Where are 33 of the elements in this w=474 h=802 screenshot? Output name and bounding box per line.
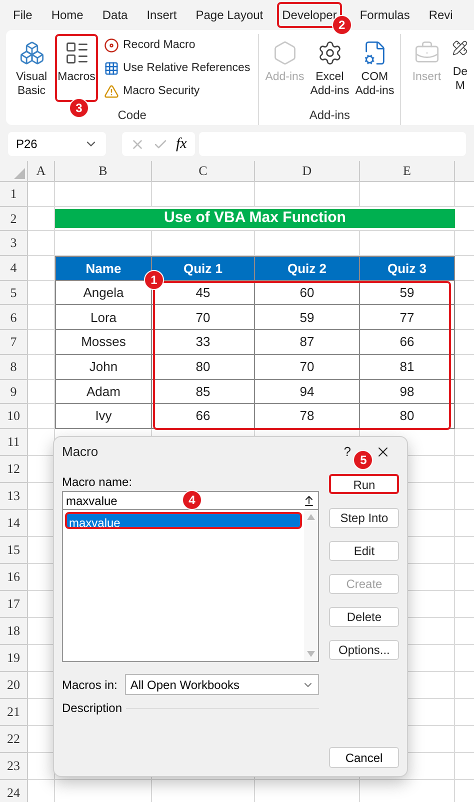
table-cell: 78 (255, 404, 360, 429)
table-cell: Adam (55, 380, 152, 404)
table-cell: 80 (360, 404, 455, 429)
table-cell: 70 (255, 354, 360, 380)
step-badge: 5 (353, 450, 374, 470)
table-cell: Lora (55, 305, 152, 330)
table-cell: 80 (152, 354, 255, 380)
table-cell: 33 (152, 330, 255, 355)
table-cell: Ivy (55, 404, 152, 429)
table-cell: 66 (360, 330, 455, 355)
table-cell: 85 (152, 380, 255, 404)
sheet-title: Use of VBA Max Function (55, 208, 455, 228)
table-cell: 59 (255, 305, 360, 330)
table-cell: 81 (360, 354, 455, 380)
table-cell: 94 (255, 380, 360, 404)
table-cell: 77 (360, 305, 455, 330)
dialog-title: Macro (62, 443, 98, 462)
section-label: Description (62, 700, 122, 717)
table-cell: Mosses (55, 330, 152, 355)
table-header-cell: Name (55, 256, 152, 281)
table-header-cell: Quiz 3 (360, 256, 455, 281)
table-cell: 87 (255, 330, 360, 355)
field-label: Macro name: (62, 474, 132, 491)
step-badge: 3 (69, 98, 89, 118)
table-cell: 70 (152, 305, 255, 330)
step-badge: 1 (144, 270, 164, 290)
group-label: Add-ins (309, 107, 350, 124)
field-label: Macros in: (62, 676, 118, 694)
table-cell: 66 (152, 404, 255, 429)
table-cell: 98 (360, 380, 455, 404)
table-header-cell: Quiz 2 (255, 256, 360, 281)
table-cell: John (55, 354, 152, 380)
group-label: Code (118, 107, 146, 124)
